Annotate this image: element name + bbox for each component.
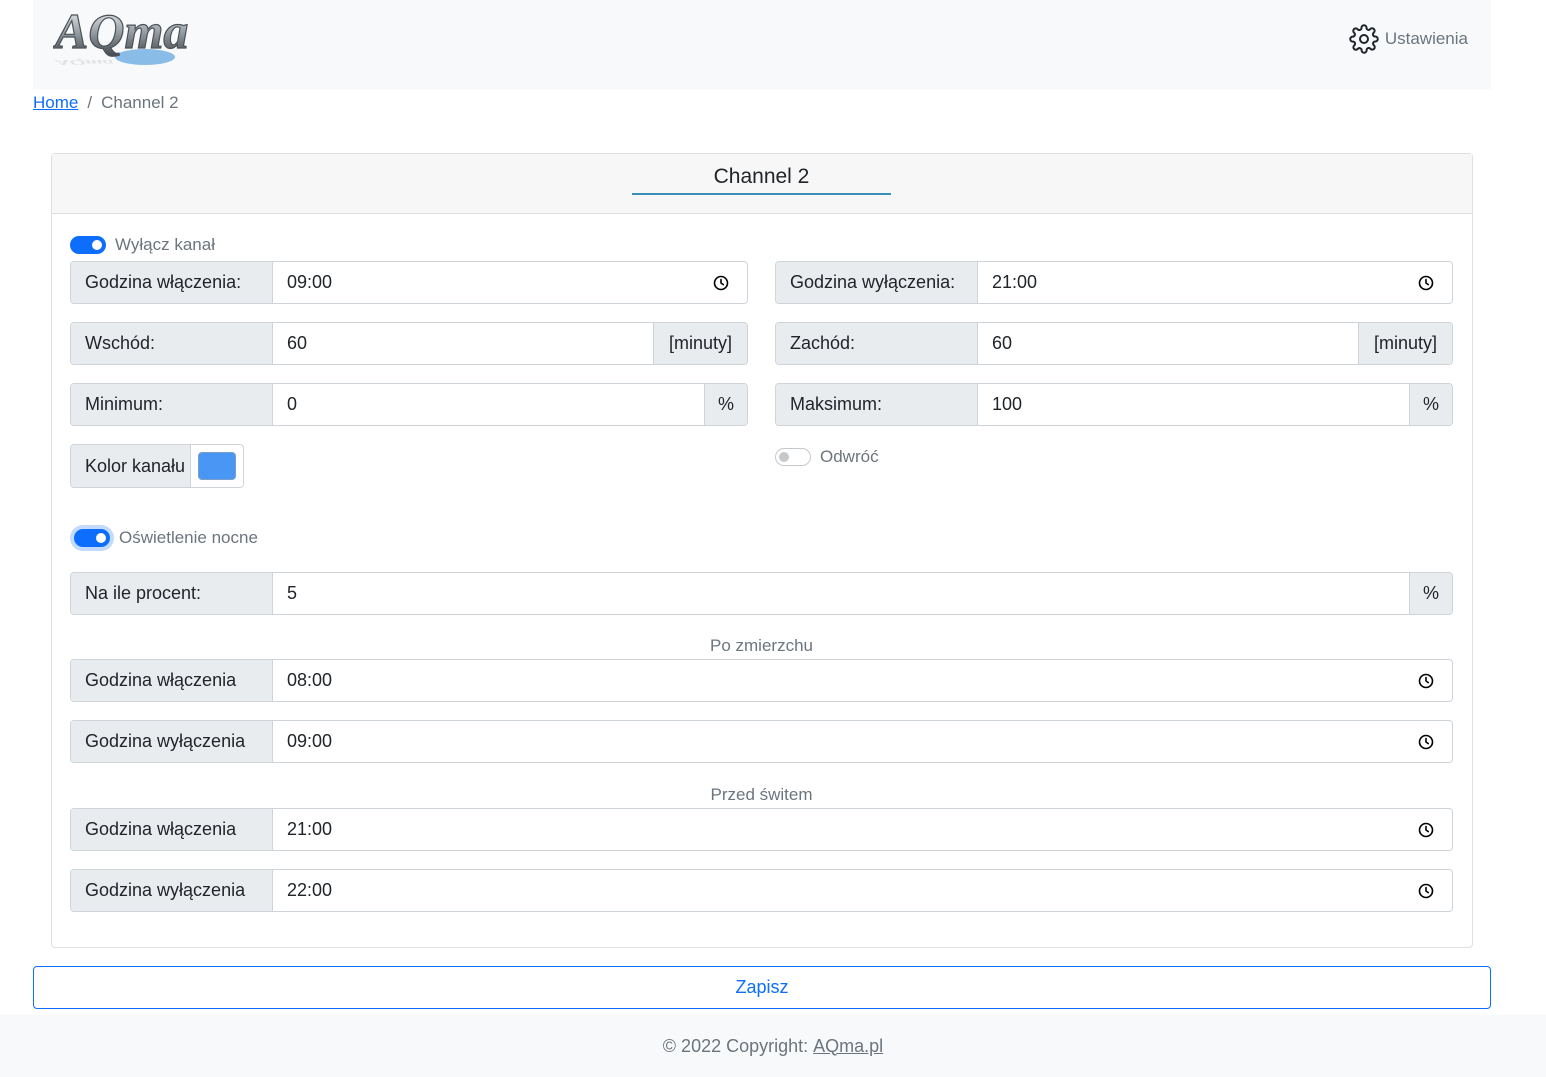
channel-color-picker[interactable] <box>191 445 243 487</box>
invert-label: Odwróć <box>820 447 879 466</box>
maximum-input[interactable]: 100 <box>978 384 1409 425</box>
breadcrumb: Home / Channel 2 <box>33 93 179 113</box>
breadcrumb-current: Channel 2 <box>101 93 179 112</box>
night-percent-label: Na ile procent: <box>71 573 273 614</box>
on-time-value: 09:00 <box>287 272 333 292</box>
after-dusk-on-group: Godzina włączenia 08:00 <box>70 659 1453 702</box>
before-dawn-on-input[interactable]: 21:00 <box>273 809 1452 850</box>
off-time-label: Godzina wyłączenia: <box>776 262 978 303</box>
before-dawn-on-label: Godzina włączenia <box>71 809 273 850</box>
before-dawn-on-value: 21:00 <box>287 819 333 839</box>
sunrise-unit: [minuty] <box>653 323 747 364</box>
before-dawn-off-input[interactable]: 22:00 <box>273 870 1452 911</box>
maximum-group: Maksimum: 100 % <box>775 383 1453 426</box>
sunrise-label: Wschód: <box>71 323 273 364</box>
invert-toggle[interactable]: Odwróć <box>775 447 879 467</box>
off-time-input[interactable]: 21:00 <box>978 262 1452 303</box>
channel-color-group: Kolor kanału <box>70 444 244 488</box>
maximum-label: Maksimum: <box>776 384 978 425</box>
night-light-label: Oświetlenie nocne <box>119 528 258 547</box>
before-dawn-on-group: Godzina włączenia 21:00 <box>70 808 1453 851</box>
footer-link[interactable]: AQma.pl <box>813 1036 883 1057</box>
sunset-value: 60 <box>992 333 1013 353</box>
breadcrumb-separator: / <box>87 93 93 112</box>
before-dawn-caption: Przed świtem <box>710 785 813 804</box>
footer-copyright: © 2022 Copyright: <box>662 1035 809 1056</box>
sunset-label: Zachód: <box>776 323 978 364</box>
minimum-input[interactable]: 0 <box>273 384 704 425</box>
after-dusk-off-group: Godzina wyłączenia 09:00 <box>70 720 1453 763</box>
on-time-label: Godzina włączenia: <box>71 262 273 303</box>
minimum-label: Minimum: <box>71 384 273 425</box>
svg-text:AQma: AQma <box>54 58 114 67</box>
color-swatch[interactable] <box>198 452 236 480</box>
sunrise-value: 60 <box>287 333 308 353</box>
clock-icon[interactable] <box>1418 883 1434 899</box>
aqma-logo[interactable]: AQma AQma <box>53 2 253 74</box>
after-dusk-on-value: 08:00 <box>287 670 333 690</box>
night-percent-group: Na ile procent: 5 % <box>70 572 1453 615</box>
channel-color-label: Kolor kanału <box>71 445 191 487</box>
disable-channel-switch[interactable] <box>70 236 106 254</box>
footer: © 2022 Copyright: AQma.pl <box>0 1015 1546 1077</box>
clock-icon[interactable] <box>713 275 729 291</box>
disable-channel-label: Wyłącz kanał <box>115 235 215 254</box>
minimum-unit: % <box>704 384 747 425</box>
gear-icon <box>1349 24 1379 54</box>
maximum-value: 100 <box>992 394 1023 414</box>
clock-icon[interactable] <box>1418 673 1434 689</box>
before-dawn-off-group: Godzina wyłączenia 22:00 <box>70 869 1453 912</box>
save-button[interactable]: Zapisz <box>33 966 1491 1009</box>
settings-label: Ustawienia <box>1384 29 1468 48</box>
maximum-unit: % <box>1409 384 1452 425</box>
off-time-group: Godzina wyłączenia: 21:00 <box>775 261 1453 304</box>
card-title: Channel 2 <box>632 165 891 195</box>
before-dawn-off-value: 22:00 <box>287 880 333 900</box>
sunrise-input[interactable]: 60 <box>273 323 653 364</box>
minimum-group: Minimum: 0 % <box>70 383 748 426</box>
disable-channel-toggle[interactable]: Wyłącz kanał <box>70 235 215 255</box>
settings-link[interactable]: Ustawienia <box>1349 24 1468 54</box>
breadcrumb-home-link[interactable]: Home <box>33 93 78 113</box>
sunrise-group: Wschód: 60 [minuty] <box>70 322 748 365</box>
invert-switch[interactable] <box>775 448 811 466</box>
after-dusk-off-value: 09:00 <box>287 731 333 751</box>
after-dusk-caption: Po zmierzchu <box>710 636 813 655</box>
after-dusk-on-input[interactable]: 08:00 <box>273 660 1452 701</box>
clock-icon[interactable] <box>1418 822 1434 838</box>
sunset-input[interactable]: 60 <box>978 323 1358 364</box>
clock-icon[interactable] <box>1418 734 1434 750</box>
night-light-switch[interactable] <box>74 529 110 547</box>
clock-icon[interactable] <box>1418 275 1434 291</box>
sunset-group: Zachód: 60 [minuty] <box>775 322 1453 365</box>
night-percent-unit: % <box>1409 573 1452 614</box>
navbar: AQma AQma Ustawienia <box>33 0 1491 89</box>
sunset-unit: [minuty] <box>1358 323 1452 364</box>
night-percent-input[interactable]: 5 <box>273 573 1409 614</box>
on-time-input[interactable]: 09:00 <box>273 262 747 303</box>
after-dusk-off-input[interactable]: 09:00 <box>273 721 1452 762</box>
after-dusk-on-label: Godzina włączenia <box>71 660 273 701</box>
card-header: Channel 2 <box>52 154 1472 214</box>
off-time-value: 21:00 <box>992 272 1038 292</box>
svg-text:AQma: AQma <box>53 3 188 59</box>
night-light-toggle[interactable]: Oświetlenie nocne <box>74 528 258 548</box>
minimum-value: 0 <box>287 394 298 414</box>
before-dawn-off-label: Godzina wyłączenia <box>71 870 273 911</box>
after-dusk-off-label: Godzina wyłączenia <box>71 721 273 762</box>
on-time-group: Godzina włączenia: 09:00 <box>70 261 748 304</box>
night-percent-value: 5 <box>287 583 298 603</box>
